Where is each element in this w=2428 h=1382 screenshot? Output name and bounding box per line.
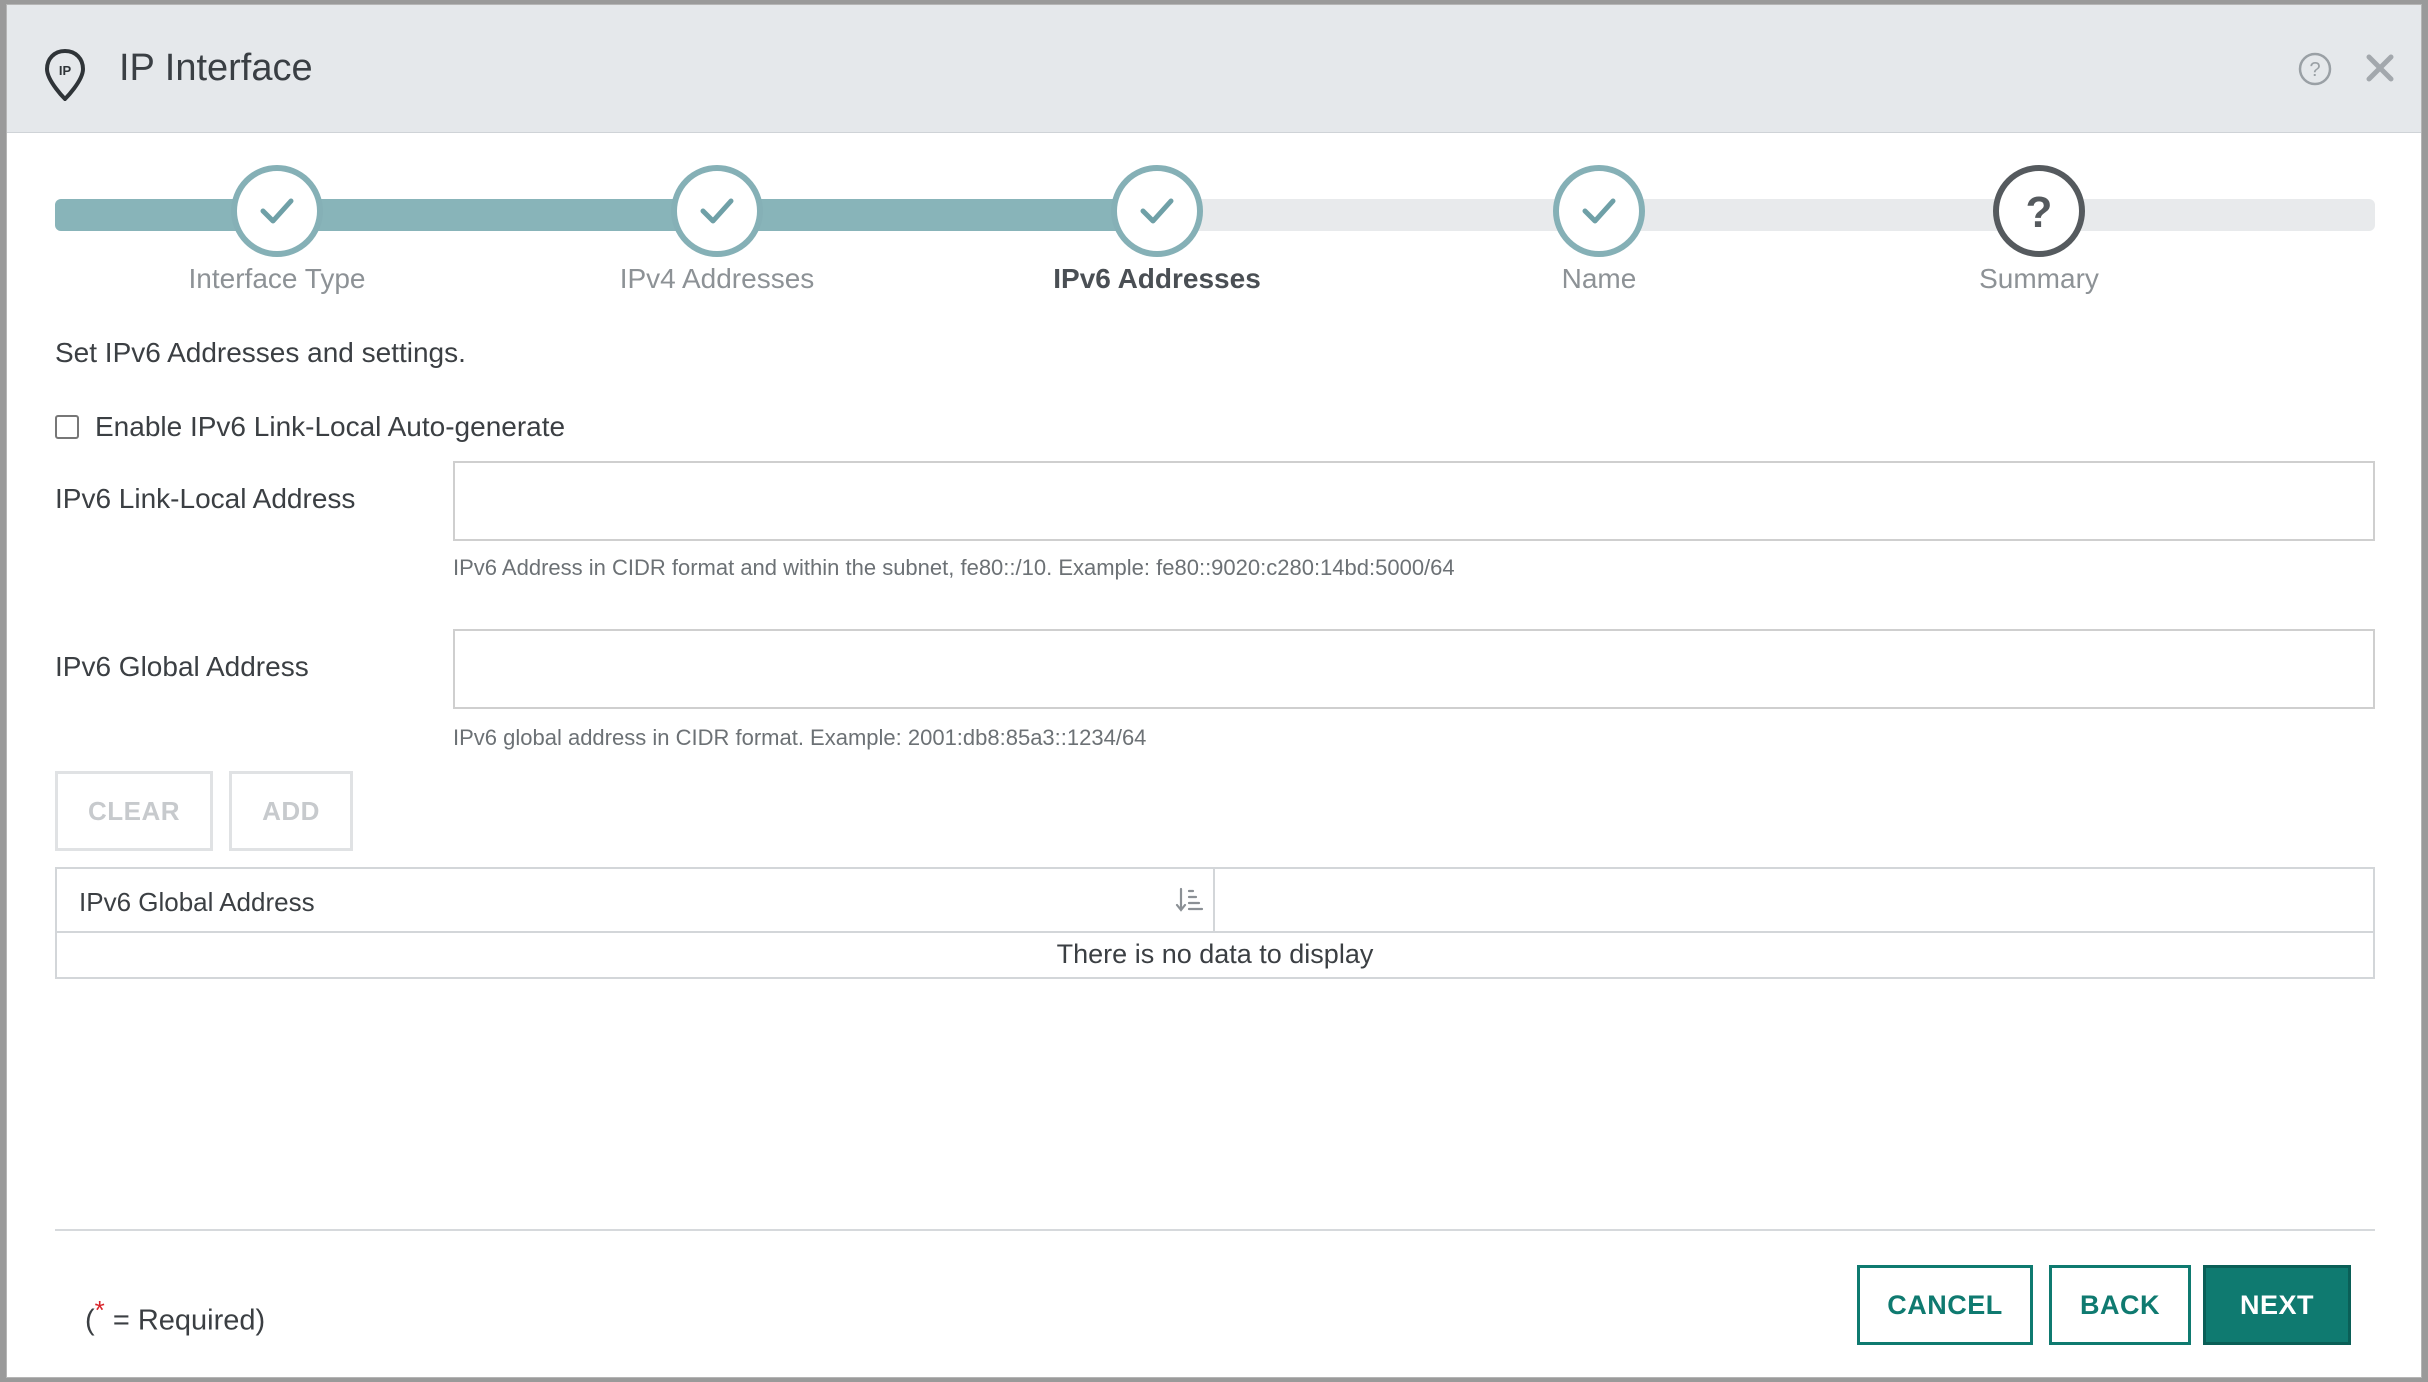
dialog-header: IP IP Interface ? [7, 5, 2421, 133]
check-icon [1140, 198, 1174, 224]
add-button[interactable]: ADD [229, 771, 353, 851]
footer-divider [55, 1229, 2375, 1231]
step-interface-type-icon[interactable] [231, 165, 323, 257]
step-ipv6-icon[interactable] [1111, 165, 1203, 257]
enable-link-local-checkbox[interactable] [55, 415, 79, 439]
required-text: = Required) [104, 1304, 266, 1337]
clear-button[interactable]: CLEAR [55, 771, 213, 851]
help-circle-icon[interactable]: ? [2297, 51, 2333, 87]
sort-icon[interactable] [1175, 885, 1205, 915]
link-local-help: IPv6 Address in CIDR format and within t… [453, 555, 1455, 580]
ipv6-global-table: IPv6 Global Address There is no data to … [55, 867, 2375, 979]
table-header: IPv6 Global Address [57, 869, 2373, 933]
dialog-title: IP Interface [119, 47, 313, 89]
question-mark-icon: ? [2026, 189, 2053, 233]
next-button[interactable]: NEXT [2203, 1265, 2351, 1345]
check-icon [260, 198, 294, 224]
svg-text:?: ? [2309, 59, 2320, 81]
step-ipv4-icon[interactable] [671, 165, 763, 257]
check-icon [700, 198, 734, 224]
required-star: * [94, 1295, 105, 1325]
required-note: (* = Required) [85, 1295, 265, 1338]
global-address-input[interactable] [453, 629, 2375, 709]
column-header-label: IPv6 Global Address [79, 887, 315, 917]
step-label-interface-type[interactable]: Interface Type [107, 263, 447, 295]
form-intro: Set IPv6 Addresses and settings. [55, 337, 466, 368]
close-icon[interactable] [2363, 51, 2397, 85]
global-address-help: IPv6 global address in CIDR format. Exam… [453, 725, 1147, 750]
step-label-name[interactable]: Name [1429, 263, 1769, 295]
svg-text:IP: IP [59, 63, 72, 78]
location-pin-icon: IP [45, 49, 85, 101]
enable-link-local-row[interactable]: Enable IPv6 Link-Local Auto-generate [55, 411, 565, 443]
step-label-ipv4[interactable]: IPv4 Addresses [547, 263, 887, 295]
stepper-progress [55, 199, 1159, 231]
table-empty-message: There is no data to display [1056, 939, 1374, 969]
check-icon [1582, 198, 1616, 224]
link-local-label: IPv6 Link-Local Address [55, 483, 356, 514]
cancel-button[interactable]: CANCEL [1857, 1265, 2033, 1345]
ip-interface-dialog: IP IP Interface ? ? Interface Type IPv4 … [6, 4, 2422, 1378]
step-name-icon[interactable] [1553, 165, 1645, 257]
step-summary-icon[interactable]: ? [1993, 165, 2085, 257]
column-header-ipv6-global-address[interactable]: IPv6 Global Address [57, 869, 1215, 933]
step-label-summary[interactable]: Summary [1869, 263, 2209, 295]
link-local-input[interactable] [453, 461, 2375, 541]
enable-link-local-label[interactable]: Enable IPv6 Link-Local Auto-generate [95, 411, 565, 443]
global-address-label: IPv6 Global Address [55, 651, 309, 682]
step-label-ipv6[interactable]: IPv6 Addresses [987, 263, 1327, 295]
required-open: ( [85, 1304, 95, 1337]
svg-text:?: ? [2026, 189, 2053, 233]
back-button[interactable]: BACK [2049, 1265, 2191, 1345]
